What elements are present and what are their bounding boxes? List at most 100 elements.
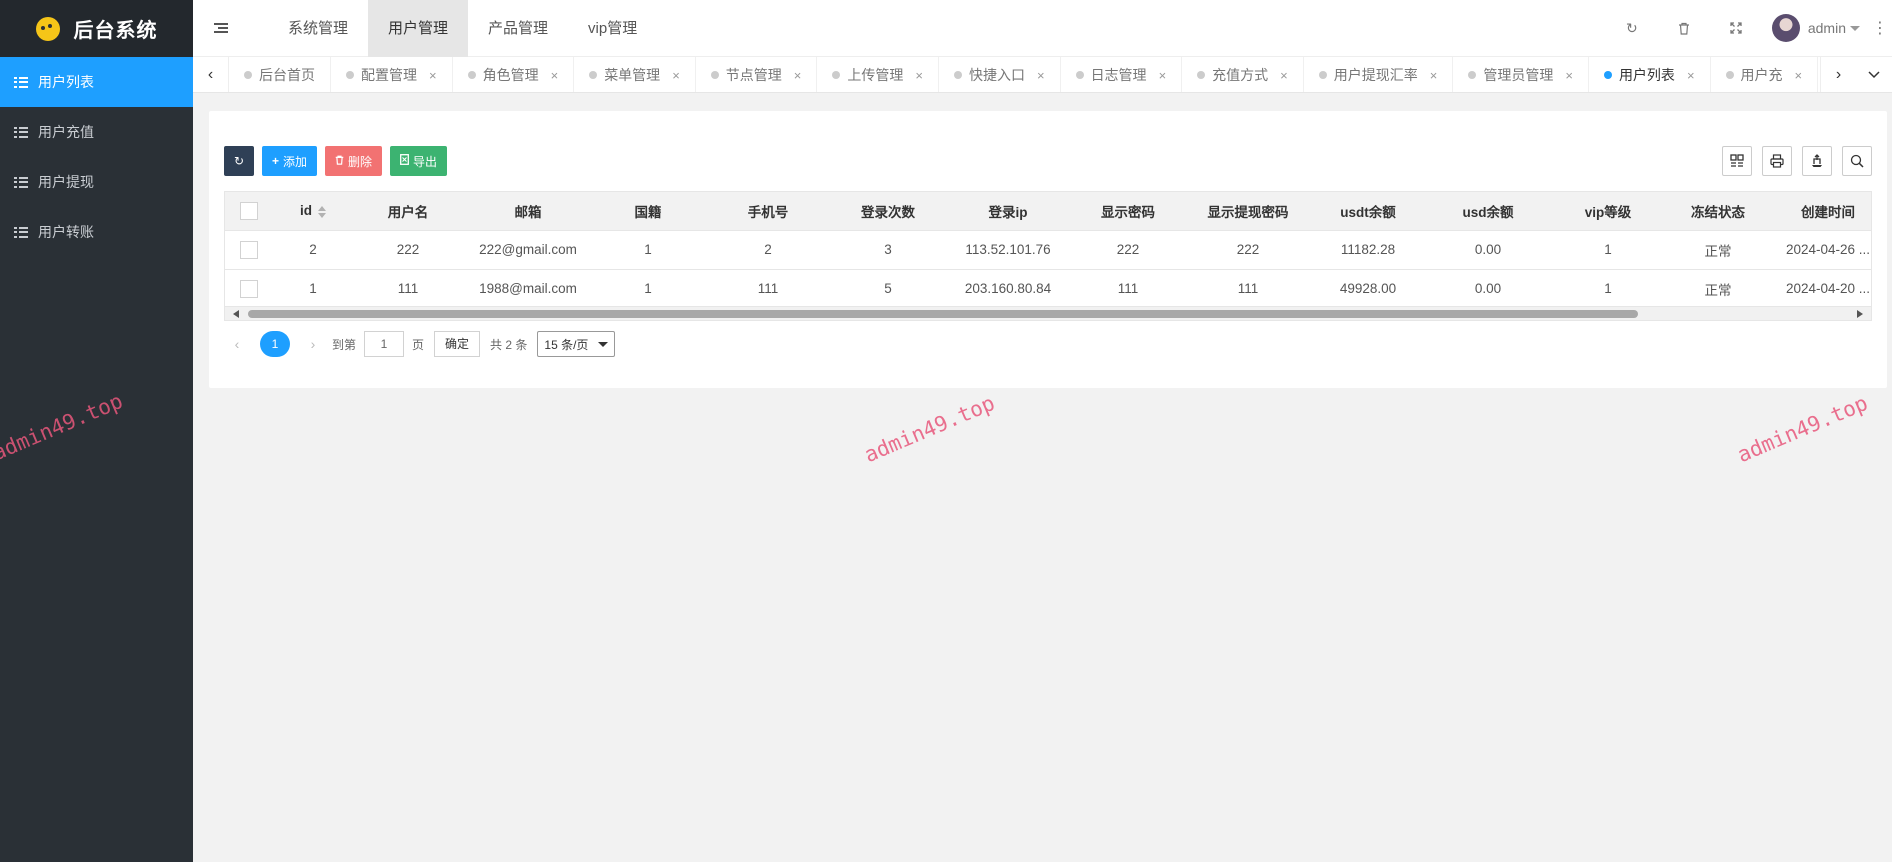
- scroll-right-arrow-icon[interactable]: [1857, 310, 1863, 318]
- sidebar-item-user-withdraw[interactable]: 用户提现: [0, 157, 193, 207]
- export-icon: [1812, 154, 1822, 167]
- tab-item[interactable]: 管理员管理 ×: [1453, 57, 1589, 92]
- top-nav-system[interactable]: 系统管理: [268, 0, 368, 57]
- select-all-checkbox[interactable]: [240, 201, 258, 220]
- sidebar-item-user-transfer[interactable]: 用户转账: [0, 207, 193, 257]
- table-cell: 11182.28: [1313, 230, 1423, 270]
- row-checkbox[interactable]: [240, 240, 258, 259]
- close-icon[interactable]: ×: [794, 68, 802, 83]
- export-table-button[interactable]: [1802, 146, 1832, 176]
- user-name[interactable]: admin: [1808, 20, 1846, 36]
- close-icon[interactable]: ×: [1565, 68, 1573, 83]
- add-button[interactable]: + 添加: [262, 146, 318, 176]
- tab-item[interactable]: 菜单管理 ×: [574, 57, 696, 92]
- tab-item[interactable]: 用户列表 ×: [1589, 57, 1711, 92]
- top-nav-product[interactable]: 产品管理: [468, 0, 568, 57]
- tab-item[interactable]: 快捷入口 ×: [939, 57, 1061, 92]
- tab-item[interactable]: 节点管理 ×: [696, 57, 818, 92]
- chevron-down-icon[interactable]: [1850, 25, 1860, 31]
- table-body: 2 222 222@gmail.com 1 2 3 113.52.101.76 222 222 1…: [225, 230, 1871, 309]
- column-header: usdt余额: [1313, 192, 1423, 231]
- tab-label: 用户列表: [1618, 67, 1675, 83]
- sidebar-item-user-recharge[interactable]: 用户充值: [0, 107, 193, 157]
- current-page[interactable]: 1: [260, 331, 290, 357]
- tabs-menu-chevron-down-icon[interactable]: [1856, 57, 1892, 92]
- column-header: 邮箱: [463, 192, 593, 231]
- refresh-icon[interactable]: ↻: [1606, 0, 1658, 57]
- column-header-id[interactable]: id: [273, 192, 353, 231]
- table-cell: 222: [1183, 230, 1313, 270]
- refresh-button[interactable]: ↻: [224, 146, 254, 176]
- tab-item[interactable]: 配置管理 ×: [331, 57, 453, 92]
- top-header: 系统管理 用户管理 产品管理 vip管理 ↻ admin ⋮: [193, 0, 1892, 57]
- top-nav-user[interactable]: 用户管理: [368, 0, 469, 57]
- table-row[interactable]: 2 222 222@gmail.com 1 2 3 113.52.101.76 222 222 1…: [225, 230, 1871, 270]
- tab-item[interactable]: 上传管理 ×: [817, 57, 939, 92]
- tab-item[interactable]: 用户提现汇率 ×: [1304, 57, 1454, 92]
- column-header: 手机号: [703, 192, 833, 231]
- table-cell: 1: [593, 269, 703, 309]
- tab-item[interactable]: 后台首页: [229, 57, 331, 92]
- more-vertical-icon[interactable]: ⋮: [1868, 0, 1892, 57]
- close-icon[interactable]: ×: [1159, 68, 1167, 83]
- avatar[interactable]: [1771, 14, 1800, 42]
- close-icon[interactable]: ×: [1430, 68, 1438, 83]
- scroll-left-arrow-icon[interactable]: [233, 310, 239, 318]
- close-icon[interactable]: ×: [1037, 68, 1045, 83]
- tab-item[interactable]: 角色管理 ×: [453, 57, 575, 92]
- menu-icon: [213, 23, 228, 33]
- trash-icon[interactable]: [1658, 0, 1710, 57]
- close-icon[interactable]: ×: [672, 68, 680, 83]
- table-cell: 2024-04-26 ...: [1773, 230, 1871, 270]
- column-header: 创建时间: [1773, 192, 1871, 231]
- table-cell: 111: [1073, 269, 1183, 309]
- table-row[interactable]: 1 111 1988@mail.com 1 111 5 203.160.80.84 111 11…: [225, 269, 1871, 309]
- tab-item[interactable]: 用户充 ×: [1711, 57, 1819, 92]
- table-cell: 49928.00: [1313, 269, 1423, 309]
- search-button[interactable]: [1842, 146, 1872, 176]
- horizontal-scrollbar[interactable]: [225, 306, 1871, 320]
- sidebar-item-user-list[interactable]: 用户列表: [0, 57, 193, 107]
- goto-page-input[interactable]: 1: [364, 331, 405, 357]
- tabs-scroll-left-icon[interactable]: ‹: [193, 57, 229, 92]
- table-cell: 203.160.80.84: [943, 269, 1073, 309]
- dot-icon: [1318, 71, 1327, 79]
- menu-toggle-button[interactable]: [193, 0, 248, 57]
- table-cell: 2: [703, 230, 833, 270]
- top-nav: 系统管理 用户管理 产品管理 vip管理: [268, 0, 657, 57]
- table-header-row: id 用户名 邮箱 国籍 手机号 登录次数 登录ip 显示密码 显示提现密码 u…: [225, 192, 1871, 231]
- sidebar-item-label: 用户充值: [38, 124, 94, 140]
- prev-page-icon[interactable]: ‹: [224, 336, 250, 352]
- row-checkbox[interactable]: [240, 279, 258, 298]
- export-button[interactable]: 导出: [390, 146, 448, 176]
- table-cell: 0.00: [1423, 269, 1553, 309]
- dot-icon: [710, 71, 719, 79]
- next-page-icon[interactable]: ›: [300, 336, 326, 352]
- sort-icon[interactable]: [318, 205, 326, 218]
- select-all-cell: [225, 192, 273, 231]
- delete-button[interactable]: 删除: [325, 146, 383, 176]
- tab-item[interactable]: 充值方式 ×: [1182, 57, 1304, 92]
- column-header: 冻结状态: [1663, 192, 1773, 231]
- print-button[interactable]: [1762, 146, 1792, 176]
- goto-confirm-button[interactable]: 确定: [434, 331, 481, 357]
- tab-label: 后台首页: [259, 67, 315, 83]
- columns-filter-button[interactable]: [1722, 146, 1752, 176]
- top-nav-vip[interactable]: vip管理: [568, 0, 657, 57]
- close-icon[interactable]: ×: [915, 68, 923, 83]
- tab-label: 快捷入口: [968, 67, 1025, 83]
- page-size-select[interactable]: 15 条/页: [537, 331, 616, 357]
- close-icon[interactable]: ×: [1795, 68, 1803, 83]
- tab-label: 角色管理: [482, 67, 539, 83]
- scrollbar-thumb[interactable]: [248, 310, 1638, 318]
- tab-item[interactable]: 日志管理 ×: [1061, 57, 1183, 92]
- tab-label: 充值方式: [1212, 67, 1269, 83]
- dot-icon: [589, 71, 598, 79]
- fullscreen-icon[interactable]: [1710, 0, 1762, 57]
- close-icon[interactable]: ×: [1280, 68, 1288, 83]
- tabs-scroll-right-icon[interactable]: ›: [1820, 57, 1856, 92]
- close-icon[interactable]: ×: [1687, 68, 1695, 83]
- close-icon[interactable]: ×: [429, 68, 437, 83]
- close-icon[interactable]: ×: [551, 68, 559, 83]
- export-file-icon: [400, 154, 409, 168]
